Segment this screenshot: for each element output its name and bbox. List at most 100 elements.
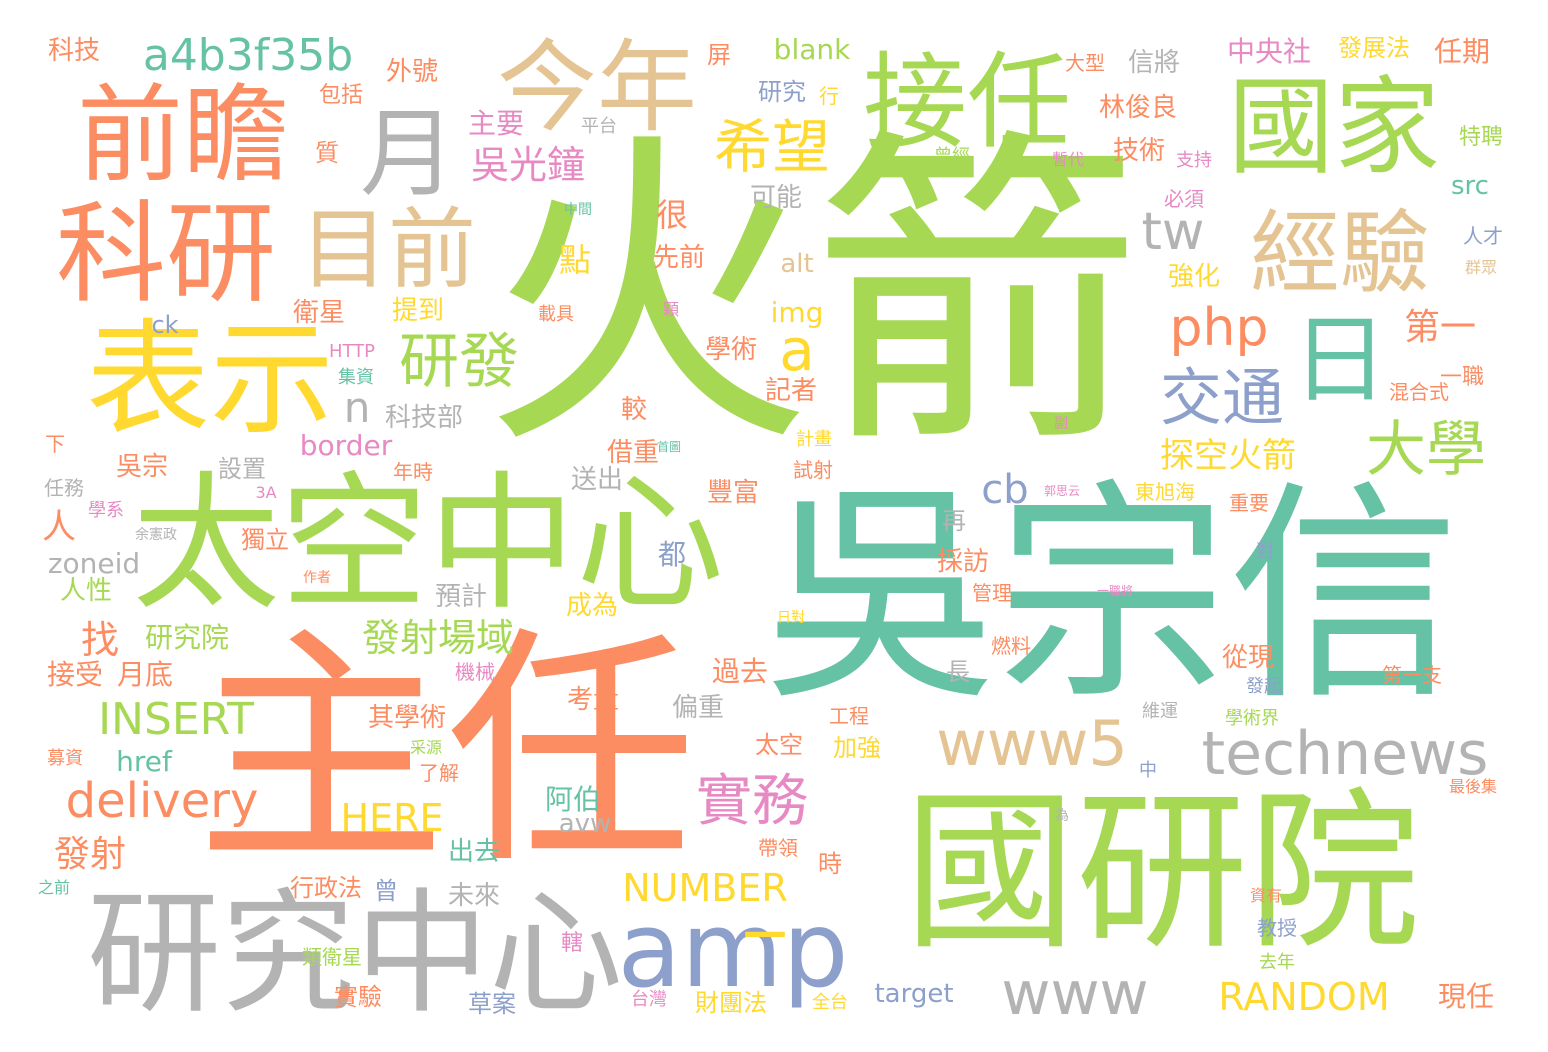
word-accept: 接受 [46, 658, 104, 691]
word-n: n [343, 383, 371, 432]
word-engineering: 工程 [829, 704, 869, 728]
word-fundraise: 募資 [47, 748, 83, 769]
word-http: HTTP [328, 341, 376, 362]
word-department: 學系 [88, 500, 124, 521]
word-machinery: 機械 [455, 660, 495, 684]
word-large: 大型 [1065, 51, 1105, 75]
word-from-now: 從現 [1221, 643, 1275, 673]
word-quality: 質 [315, 139, 339, 167]
word-rich: 豐富 [706, 478, 760, 508]
word-www5: www5 [936, 707, 1128, 780]
word-jurisdiction: 轄 [560, 931, 584, 956]
word-university: 大學 [1366, 415, 1486, 485]
word-month: 月 [360, 98, 456, 210]
word-must: 必須 [1164, 187, 1204, 211]
word-href: href [116, 745, 172, 778]
word-post-will: 一職將 [1096, 584, 1134, 598]
word-previously: 先前 [652, 243, 706, 273]
word-cover-pic: 首圖 [656, 440, 682, 454]
word-independent: 獨立 [241, 526, 289, 554]
word-taiwan: 台灣 [631, 989, 667, 1010]
word-past: 過去 [711, 655, 769, 688]
word-alt: alt [780, 249, 814, 279]
word-xin-jiang: 信將 [1127, 48, 1181, 78]
word-practice: 實務 [696, 769, 808, 834]
word-first-one: 第一支 [1382, 663, 1442, 687]
word-term: 任期 [1433, 35, 1491, 68]
word-launch: 發射 [53, 834, 127, 875]
word-day-to: 日對 [777, 610, 805, 626]
word-director: 主任 [196, 606, 696, 897]
word-pieces: 顆 [662, 300, 680, 319]
word-crowdfund: 集資 [338, 367, 374, 388]
word-maintain: 維運 [1142, 701, 1178, 722]
word-find: 找 [80, 618, 120, 662]
word-manage: 管理 [972, 581, 1012, 605]
word-narlabs: 國研院 [904, 772, 1420, 973]
word-down: 下 [45, 432, 65, 456]
word-ever: 曾 [374, 877, 398, 905]
word-consider: 考量 [566, 685, 620, 715]
word-initiate: 發起 [1246, 676, 1282, 697]
word-uncle: 阿伯 [544, 783, 602, 816]
word-rd: 研發 [399, 327, 519, 397]
word-humanity: 人性 [59, 576, 113, 606]
word-state: 表示 [85, 308, 335, 452]
word-tw: tw [1141, 202, 1205, 262]
word-class-satellite: 類衛星 [302, 945, 362, 969]
word-professor: 教授 [1257, 916, 1297, 940]
word-for: 為 [1055, 808, 1069, 824]
word-launch-site: 發射場域 [361, 616, 515, 660]
word-ck: ck [151, 311, 179, 339]
word-blank: blank [773, 33, 851, 66]
word-talent: 人才 [1463, 224, 1503, 248]
word-www: www [1001, 959, 1149, 1029]
word-zoneid: zoneid [47, 547, 141, 580]
word-nationwide: 全台 [812, 992, 848, 1013]
word-yu-xianzheng: 余憲政 [135, 527, 177, 543]
word-important: 重要 [1229, 491, 1269, 515]
word-screen: 屏 [707, 41, 731, 69]
word-distinguished: 特聘 [1458, 125, 1504, 150]
word-dong-xuhai: 東旭海 [1135, 480, 1195, 504]
word-vehicle: 載具 [538, 304, 574, 325]
word-plan: 計畫 [796, 429, 832, 450]
word-lin-junliang: 林俊良 [1098, 93, 1178, 123]
word-technews: technews [1201, 719, 1489, 789]
word-zhong: 中 [1139, 760, 1157, 781]
word-support: 支持 [1176, 150, 1212, 171]
word-country: 國家 [1228, 66, 1440, 189]
word-all: 都 [657, 538, 687, 571]
word-crowd: 群眾 [1464, 258, 1498, 277]
word-year: 年時 [393, 460, 433, 484]
word-set-up: 設置 [218, 455, 266, 483]
word-cb: cb [981, 467, 1029, 513]
word-deputy: 副 [1054, 416, 1068, 432]
word-possible: 可能 [749, 183, 803, 213]
word-random: RANDOM [1218, 975, 1390, 1019]
word-dev-law: 發展法 [1338, 34, 1410, 62]
word-understand: 了解 [419, 761, 459, 785]
word-draft: 草案 [468, 990, 516, 1018]
word-mission: 任務 [44, 476, 84, 500]
word-before: 之前 [37, 878, 71, 897]
word-test-launch: 試射 [793, 458, 833, 482]
word-experiment: 實驗 [334, 983, 382, 1011]
word-here: HERE [340, 796, 444, 840]
word-rely: 借重 [606, 438, 660, 468]
word-img: img [770, 296, 824, 329]
word-3a: 3A [255, 483, 277, 502]
word-foundation-law: 財團法 [695, 989, 767, 1017]
word-long: 長 [946, 658, 970, 686]
word-currently: 目前 [299, 198, 477, 301]
word-tech: 技術 [1112, 136, 1166, 166]
word-satellite: 衛星 [292, 298, 346, 328]
word-frontier: 前瞻 [77, 74, 289, 197]
word-include: 包括 [318, 83, 364, 108]
word-nickname: 外號 [385, 57, 439, 87]
word-research: 研究 [758, 78, 806, 106]
word-border: border [299, 429, 393, 462]
word-first: 第一 [1403, 307, 1477, 348]
word-its-academic: 其學術 [367, 703, 447, 733]
word-amp: amp [617, 889, 849, 1011]
